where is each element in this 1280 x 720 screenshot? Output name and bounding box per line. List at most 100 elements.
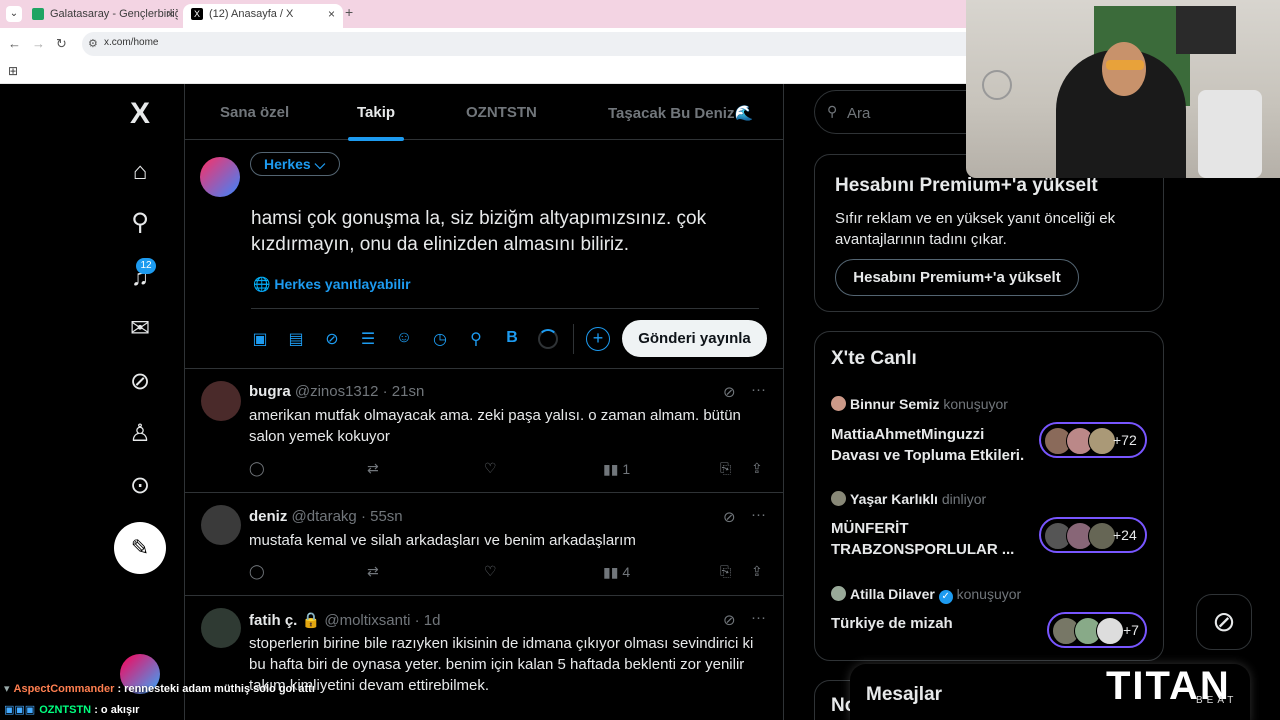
space-topic[interactable]: MÜNFERİT TRABZONSPORLULAR ... <box>831 518 1031 560</box>
browser-tab-galatasaray[interactable]: Galatasaray - Gençlerbirliği canlı × <box>24 4 182 28</box>
grok-floating-button[interactable]: ⊘ <box>1196 594 1252 650</box>
close-tab-icon[interactable]: × <box>167 4 174 24</box>
search-input[interactable]: Ara <box>847 105 870 122</box>
reply-setting-button[interactable]: 🌐 Herkes yanıtlayabilir <box>253 276 411 293</box>
post-button[interactable]: Gönderi yayınla <box>622 320 767 357</box>
apps-grid-icon[interactable]: ⊞ <box>8 64 18 78</box>
views-counter[interactable]: ▮▮ 1 <box>603 461 630 478</box>
space-host[interactable]: Yaşar Karlıklı dinliyor <box>831 491 986 507</box>
reload-icon[interactable]: ↻ <box>56 36 67 52</box>
tweet-text: stoperlerin birine bile razıyken ikisini… <box>249 635 754 694</box>
grok-icon[interactable]: ⊘ <box>723 508 736 526</box>
views-counter[interactable]: ▮▮ 4 <box>603 564 630 581</box>
host-name: Atilla Dilaver <box>850 586 935 602</box>
profile-icon[interactable]: ♙ <box>124 418 156 450</box>
bookmark-icon[interactable]: ⎘ <box>720 460 731 477</box>
active-tab-indicator <box>348 137 404 141</box>
grok-compose-icon[interactable]: ⊘ <box>322 329 342 349</box>
views-icon: ▮▮ <box>603 564 619 580</box>
site-info-icon[interactable]: ⚙ <box>88 37 98 50</box>
reply-icon[interactable]: ◯ <box>249 563 265 580</box>
grok-icon[interactable]: ⊘ <box>723 383 736 401</box>
audience-selector[interactable]: Herkes ⌵ <box>250 152 340 176</box>
feed-tab-bar: Sana özel Takip OZNTSTN Taşacak Bu Deniz… <box>185 84 783 140</box>
close-tab-icon[interactable]: × <box>328 4 335 24</box>
emoji-icon[interactable]: ☺ <box>394 329 414 347</box>
tweet-avatar[interactable] <box>201 505 241 545</box>
x-logo-icon[interactable]: X <box>124 98 156 130</box>
space-host[interactable]: Binnur Semiz konuşuyor <box>831 396 1008 412</box>
live-section-title: X'te Canlı <box>831 348 917 369</box>
tweet-author-name[interactable]: fatih ç. 🔒 <box>249 612 320 629</box>
space-topic[interactable]: Türkiye de mizah <box>831 613 1031 634</box>
titan-beat-logo-sub: BEAT <box>1196 695 1238 706</box>
grok-icon[interactable]: ⊘ <box>723 611 736 629</box>
bold-icon[interactable]: B <box>502 329 522 347</box>
tweet-handle[interactable]: @moltixsanti · 1d <box>324 612 440 629</box>
like-icon[interactable]: ♡ <box>484 460 497 477</box>
compose-post-button[interactable]: ✎ <box>114 522 166 574</box>
back-arrow-icon[interactable]: ← <box>8 36 21 51</box>
tweet-author-name[interactable]: deniz <box>249 508 287 525</box>
tweet[interactable]: deniz @dtarakg · 55sn ⊘ ··· mustafa kema… <box>185 493 783 596</box>
verified-badge-icon: ✓ <box>938 590 953 604</box>
webcam-overlay <box>966 0 1280 178</box>
retweet-icon[interactable]: ⇄ <box>367 563 379 580</box>
tab-search-icon[interactable]: ⌄ <box>6 6 22 22</box>
tweet[interactable]: bugra @zinos1312 · 21sn ⊘ ··· amerikan m… <box>185 369 783 493</box>
tab-title: (12) Anasayfa / X <box>209 8 294 20</box>
compose-avatar[interactable] <box>200 157 240 197</box>
upgrade-premium-button[interactable]: Hesabını Premium+'a yükselt <box>835 259 1079 296</box>
space-listeners-pill[interactable]: +7 <box>1047 612 1147 648</box>
space-topic[interactable]: MattiaAhmetMinguzzi Davası ve Topluma Et… <box>831 424 1031 466</box>
search-icon[interactable]: ⚲ <box>124 207 156 239</box>
webcam-chair <box>1198 90 1262 178</box>
tweet[interactable]: fatih ç. 🔒 @moltixsanti · 1d ⊘ ··· stope… <box>185 596 783 720</box>
tweet-header: bugra @zinos1312 · 21sn <box>249 383 424 400</box>
views-icon: ▮▮ <box>603 461 619 477</box>
tweet-author-name[interactable]: bugra <box>249 383 291 400</box>
address-bar[interactable]: ⚙ x.com/home <box>82 32 982 56</box>
more-icon[interactable]: ··· <box>751 506 766 523</box>
space-listeners-pill[interactable]: +72 <box>1039 422 1147 458</box>
new-tab-button[interactable]: + <box>345 4 353 20</box>
compose-textarea[interactable]: hamsi çok gonuşma la, siz biziğm altyapı… <box>251 206 751 258</box>
share-icon[interactable]: ⇪ <box>751 460 763 477</box>
tweet-avatar[interactable] <box>201 381 241 421</box>
tab-for-you[interactable]: Sana özel <box>220 104 289 121</box>
share-icon[interactable]: ⇪ <box>751 563 763 580</box>
browser-tab-x-home[interactable]: X (12) Anasayfa / X × <box>183 4 343 28</box>
image-icon[interactable]: ▣ <box>250 329 270 349</box>
poll-icon[interactable]: ☰ <box>358 329 378 349</box>
x-favicon-icon: X <box>191 8 203 20</box>
schedule-icon[interactable]: ◷ <box>430 329 450 349</box>
space-host[interactable]: Atilla Dilaver ✓ konuşuyor <box>831 586 1021 604</box>
tweet-handle[interactable]: @dtarakg · 55sn <box>292 508 403 525</box>
space-listeners-pill[interactable]: +24 <box>1039 517 1147 553</box>
chat-badge-icon: ▾ <box>4 683 10 695</box>
toolbar-separator <box>573 324 574 354</box>
like-icon[interactable]: ♡ <box>484 563 497 580</box>
home-icon[interactable]: ⌂ <box>124 156 156 188</box>
bookmark-icon[interactable]: ⎘ <box>720 563 731 580</box>
location-icon[interactable]: ⚲ <box>466 329 486 349</box>
more-icon[interactable]: ··· <box>751 381 766 398</box>
listener-count: +7 <box>1123 622 1139 638</box>
mail-icon[interactable]: ✉ <box>124 313 156 345</box>
tab-tasacak-bu-deniz[interactable]: Taşacak Bu Deniz🌊 <box>608 104 753 122</box>
reply-icon[interactable]: ◯ <box>249 460 265 477</box>
grok-icon[interactable]: ⊘ <box>124 366 156 398</box>
retweet-icon[interactable]: ⇄ <box>367 460 379 477</box>
live-spaces-card: X'te Canlı Binnur Semiz konuşuyor Mattia… <box>814 331 1164 661</box>
tab-following[interactable]: Takip <box>357 104 395 121</box>
tweet-avatar[interactable] <box>201 608 241 648</box>
tab-ozntstn[interactable]: OZNTSTN <box>466 104 537 121</box>
gif-icon[interactable]: ▤ <box>286 329 306 349</box>
listener-avatar <box>1096 617 1124 645</box>
add-thread-button[interactable]: + <box>586 327 610 351</box>
more-icon[interactable]: ··· <box>751 609 766 626</box>
feed-right-border <box>783 84 784 720</box>
tweet-handle[interactable]: @zinos1312 · 21sn <box>295 383 424 400</box>
more-circle-icon[interactable]: ⊙ <box>124 470 156 502</box>
forward-arrow-icon[interactable]: → <box>32 36 45 51</box>
